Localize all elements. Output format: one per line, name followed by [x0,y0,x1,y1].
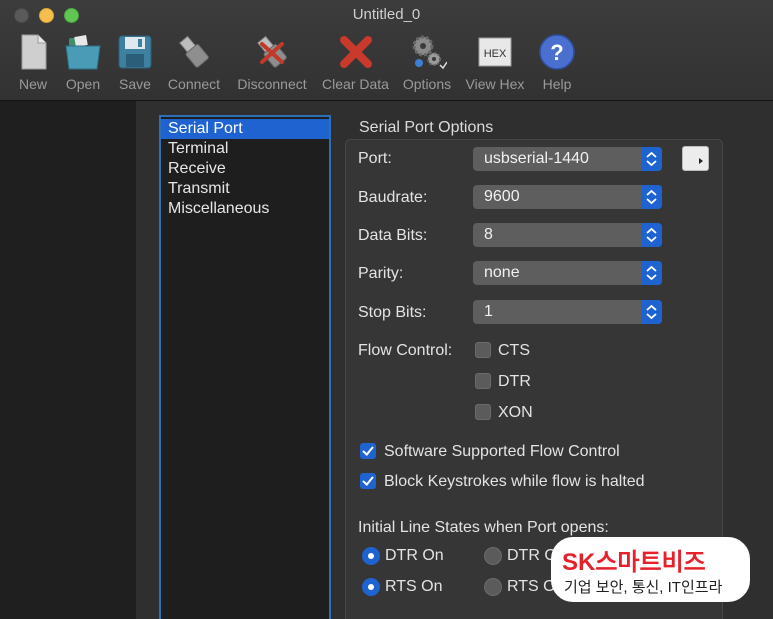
play-arrow-icon [699,158,703,164]
toolbar-clear-data-label: Clear Data [322,76,389,92]
app-window: Untitled_0 New Open Save Connect Disconn… [0,0,773,619]
sidebar-item-terminal[interactable]: Terminal [161,139,329,159]
flow-control-label: Flow Control: [358,342,453,359]
data-bits-select[interactable]: 8 [473,223,662,247]
up-down-chevron-icon [646,304,657,320]
block-keystrokes-checkbox[interactable] [360,473,376,489]
usb-disconnect-icon [257,35,287,68]
section-title: Serial Port Options [359,119,494,136]
hex-icon: HEX [478,37,512,67]
toolbar-clear-data-button[interactable]: Clear Data [321,32,390,96]
hex-icon-text: HEX [484,48,507,60]
port-select[interactable]: usbserial-1440 [473,147,662,171]
data-bits-value: 8 [484,226,493,243]
parity-select[interactable]: none [473,261,662,285]
up-down-chevron-icon [646,189,657,205]
xon-label: XON [498,404,533,421]
baudrate-select[interactable]: 9600 [473,185,662,209]
toolbar-disconnect-label: Disconnect [237,76,307,92]
toolbar-connect-label: Connect [167,76,221,92]
watermark-korean-name: 스마트비즈 [595,549,706,576]
cts-checkbox[interactable] [475,342,491,358]
folder-icon [65,35,101,70]
new-file-icon [21,34,47,70]
port-more-button[interactable] [682,146,709,171]
block-keystrokes-label: Block Keystrokes while flow is halted [384,473,645,490]
dtr-on-radio[interactable] [362,547,380,565]
toolbar-open-label: Open [65,76,101,92]
rts-on-radio[interactable] [362,578,380,596]
toolbar-connect-button[interactable]: Connect [166,32,222,96]
toolbar-save-button[interactable]: Save [115,32,155,96]
settings-category-list[interactable]: Serial Port Terminal Receive Transmit Mi… [159,115,331,619]
initial-states-label: Initial Line States when Port opens: [358,519,609,536]
toolbar-options-button[interactable]: Options [401,32,453,96]
software-flow-checkbox[interactable] [360,443,376,459]
watermark-tagline: 기업 보안, 통신, IT인프라 [564,579,723,596]
toolbar-view-hex-button[interactable]: HEX View Hex [464,32,526,96]
stop-bits-select[interactable]: 1 [473,300,662,324]
xon-checkbox[interactable] [475,404,491,420]
toolbar-help-button[interactable]: ? Help [537,32,577,96]
dtr-on-label: DTR On [385,547,444,564]
red-x-icon [339,36,372,68]
title-bar: Untitled_0 New Open Save Connect Disconn… [0,0,773,101]
software-flow-label: Software Supported Flow Control [384,443,620,460]
parity-stepper[interactable] [641,261,662,285]
dtr-off-label: DTR O [507,547,557,564]
data-bits-stepper[interactable] [641,223,662,247]
sidebar-item-serial-port[interactable]: Serial Port [161,119,329,139]
cts-label: CTS [498,342,530,359]
sidebar-item-receive[interactable]: Receive [161,159,329,179]
dtr-checkbox[interactable] [475,373,491,389]
baudrate-label: Baudrate: [358,189,428,206]
port-stepper[interactable] [641,147,662,171]
up-down-chevron-icon [646,265,657,281]
toolbar-open-button[interactable]: Open [63,32,103,96]
stop-bits-value: 1 [484,303,493,320]
stop-bits-label: Stop Bits: [358,304,427,321]
checkmark-icon [362,476,374,486]
dtr-off-radio[interactable] [484,547,502,565]
checkmark-icon [362,446,374,456]
stop-bits-stepper[interactable] [641,300,662,324]
parity-label: Parity: [358,265,404,282]
port-label: Port: [358,150,392,167]
toolbar-new-button[interactable]: New [13,32,53,96]
toolbar-help-label: Help [542,76,572,92]
parity-value: none [484,264,520,281]
usb-plug-icon [179,35,209,68]
rts-off-radio[interactable] [484,578,502,596]
floppy-disk-icon [118,35,152,69]
toolbar-new-label: New [18,76,47,92]
baudrate-stepper[interactable] [641,185,662,209]
question-icon-glyph: ? [550,40,563,65]
left-gutter [0,101,136,619]
up-down-chevron-icon [646,227,657,243]
watermark-logo: SK스마트비즈 기업 보안, 통신, IT인프라 [551,537,750,602]
toolbar-save-label: Save [119,76,151,92]
data-bits-label: Data Bits: [358,227,428,244]
toolbar-options-label: Options [402,76,452,92]
up-down-chevron-icon [646,151,657,167]
baudrate-value: 9600 [484,188,520,205]
watermark-sk: SK [562,549,596,576]
rts-on-label: RTS On [385,578,443,595]
rts-off-label: RTS O [507,578,556,595]
dtr-label: DTR [498,373,531,390]
toolbar-disconnect-button[interactable]: Disconnect [234,32,310,96]
window-title: Untitled_0 [352,6,421,23]
question-icon: ? [539,34,575,70]
sidebar-item-transmit[interactable]: Transmit [161,179,329,199]
port-value: usbserial-1440 [484,150,589,167]
gears-icon [412,35,447,70]
sidebar-item-miscellaneous[interactable]: Miscellaneous [161,199,329,219]
toolbar-view-hex-label: View Hex [465,76,525,92]
watermark-title: SK스마트비즈 [562,542,706,577]
